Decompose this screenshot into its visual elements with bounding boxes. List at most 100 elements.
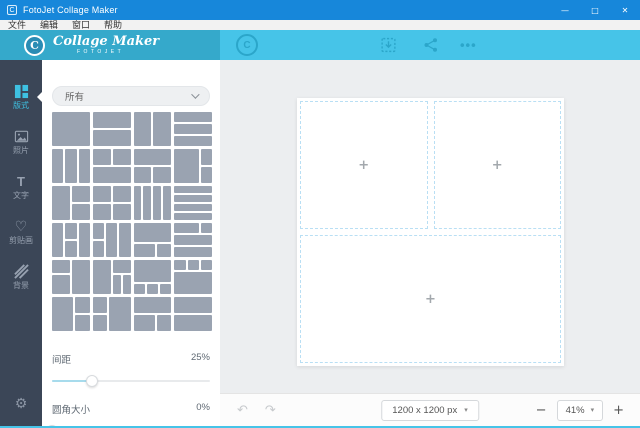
thumbnail-cell — [79, 149, 90, 183]
save-icon[interactable] — [380, 37, 397, 54]
template-thumbnail-16[interactable] — [52, 260, 90, 294]
template-thumbnail-1[interactable] — [93, 112, 131, 146]
thumbnail-cell — [93, 315, 108, 331]
collage-canvas: + + + — [297, 98, 564, 366]
template-thumbnail-8[interactable] — [52, 186, 90, 220]
collage-cell[interactable]: + — [300, 101, 428, 229]
main-area: 版式照片T文字♡剪贴画背景⚙ 所有 间距 25% 圆角大小 0% — [0, 60, 640, 426]
minimize-button[interactable]: — — [550, 0, 580, 20]
template-thumbnail-5[interactable] — [93, 149, 131, 183]
redo-icon[interactable]: ↷ — [265, 404, 276, 417]
window-controls: — □ ✕ — [550, 0, 640, 20]
canvas-size-dropdown[interactable]: 1200 x 1200 px ▾ — [381, 400, 479, 421]
app-icon: C — [7, 5, 17, 15]
sidebar-item-0[interactable]: 版式 — [0, 74, 42, 119]
more-icon[interactable]: ••• — [460, 38, 477, 53]
template-thumbnail-20[interactable] — [52, 297, 90, 331]
workspace: + + + ↶ ↷ 1200 x 1200 px ▾ − 41% ▾ — [220, 60, 640, 426]
template-thumbnail-10[interactable] — [134, 186, 172, 220]
template-thumbnail-9[interactable] — [93, 186, 131, 220]
thumbnail-cell — [174, 235, 212, 245]
thumbnail-cell — [174, 186, 212, 193]
thumbnail-cell — [93, 204, 111, 220]
sidebar: 版式照片T文字♡剪贴画背景 ⚙ — [0, 60, 42, 426]
thumbnail-cell — [201, 223, 212, 233]
thumbnail-cell — [65, 223, 76, 239]
template-thumbnail-6[interactable] — [134, 149, 172, 183]
filter-value: 所有 — [65, 89, 84, 103]
zoom-in-button[interactable]: + — [611, 404, 626, 417]
zoom-out-button[interactable]: − — [534, 404, 549, 417]
brand-name: Collage Maker — [53, 35, 159, 48]
template-thumbnail-17[interactable] — [93, 260, 131, 294]
slider-handle[interactable] — [86, 375, 98, 387]
template-thumbnail-14[interactable] — [134, 223, 172, 257]
layout-grid-icon — [14, 84, 29, 100]
thumbnail-cell — [174, 297, 212, 313]
thumbnail-cell — [72, 186, 90, 202]
thumbnail-cell — [106, 223, 117, 257]
thumbnail-cell — [157, 244, 172, 257]
undo-icon[interactable]: ↶ — [237, 404, 248, 417]
thumbnail-cell — [174, 223, 199, 233]
sidebar-item-2[interactable]: T文字 — [0, 164, 42, 209]
thumbnail-cell — [113, 204, 131, 220]
share-icon[interactable] — [423, 37, 439, 53]
thumbnail-cell — [134, 112, 152, 146]
app-window: C FotoJet Collage Maker — □ ✕ 文件编辑窗口帮助 C… — [0, 0, 640, 428]
thumbnail-cell — [174, 272, 212, 294]
thumbnail-cell — [153, 186, 161, 220]
thumbnail-cell — [65, 241, 76, 257]
template-thumbnail-0[interactable] — [52, 112, 90, 146]
slider-track[interactable] — [52, 380, 210, 382]
thumbnail-cell — [134, 244, 155, 257]
template-thumbnail-15[interactable] — [174, 223, 212, 257]
sidebar-item-1[interactable]: 照片 — [0, 119, 42, 164]
thumbnail-cell — [113, 275, 121, 294]
collage-cell[interactable]: + — [434, 101, 562, 229]
sidebar-item-4[interactable]: 背景 — [0, 254, 42, 299]
collage-cell[interactable]: + — [300, 235, 561, 363]
template-filter-dropdown[interactable]: 所有 — [52, 86, 210, 106]
thumbnail-cell — [123, 275, 131, 294]
template-thumbnail-22[interactable] — [134, 297, 172, 331]
template-thumbnail-23[interactable] — [174, 297, 212, 331]
template-thumbnail-13[interactable] — [93, 223, 131, 257]
maximize-button[interactable]: □ — [580, 0, 610, 20]
template-thumbnail-19[interactable] — [174, 260, 212, 294]
template-thumbnail-2[interactable] — [134, 112, 172, 146]
thumbnail-cell — [65, 149, 76, 183]
thumbnail-cell — [52, 186, 70, 220]
spacing-slider[interactable] — [52, 374, 210, 388]
thumbnail-cell — [93, 167, 131, 183]
template-thumbnail-3[interactable] — [174, 112, 212, 146]
thumbnail-cell — [174, 247, 212, 257]
template-thumbnail-11[interactable] — [174, 186, 212, 220]
zoom-level-dropdown[interactable]: 41% ▾ — [557, 400, 604, 421]
thumbnail-cell — [93, 241, 104, 257]
menu-item-0[interactable]: 文件 — [8, 20, 26, 30]
template-thumbnail-18[interactable] — [134, 260, 172, 294]
text-icon: T — [17, 174, 25, 190]
sidebar-item-3[interactable]: ♡剪贴画 — [0, 209, 42, 254]
thumbnail-cell — [134, 284, 145, 294]
template-thumbnail-4[interactable] — [52, 149, 90, 183]
template-thumbnail-12[interactable] — [52, 223, 90, 257]
logo-badge-icon[interactable]: C — [236, 34, 258, 56]
sidebar-item-label: 剪贴画 — [9, 237, 33, 245]
header: C Collage Maker FOTOJET C ••• — [0, 30, 640, 60]
thumbnail-cell — [52, 112, 90, 146]
thumbnail-cell — [52, 149, 63, 183]
thumbnail-cell — [157, 315, 172, 331]
thumbnail-cell — [52, 223, 63, 257]
close-button[interactable]: ✕ — [610, 0, 640, 20]
template-thumbnail-7[interactable] — [174, 149, 212, 183]
menu-item-2[interactable]: 窗口 — [72, 20, 90, 30]
plus-icon: + — [425, 292, 436, 307]
menu-item-1[interactable]: 编辑 — [40, 20, 58, 30]
template-thumbnail-21[interactable] — [93, 297, 131, 331]
gear-icon[interactable]: ⚙ — [0, 396, 42, 412]
thumbnail-cell — [93, 223, 104, 239]
sidebar-item-label: 版式 — [13, 102, 29, 110]
menu-item-3[interactable]: 帮助 — [104, 20, 122, 30]
